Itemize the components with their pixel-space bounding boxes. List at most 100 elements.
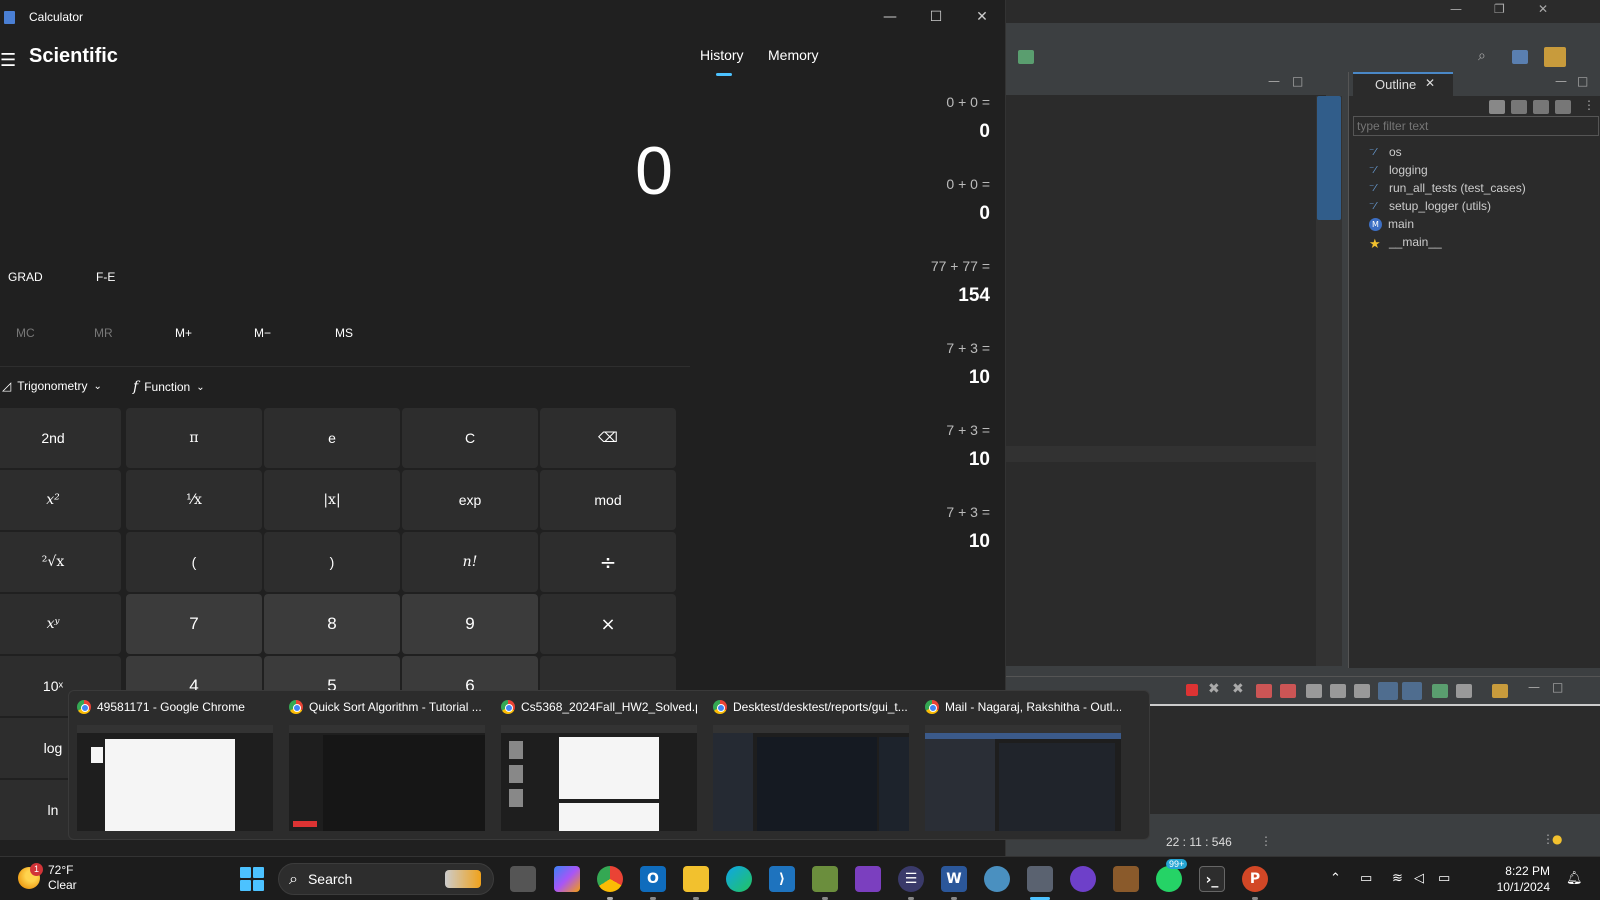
battery-icon[interactable]: ▭: [1438, 871, 1450, 886]
digit-7-button[interactable]: 7: [126, 594, 262, 654]
history-item[interactable]: 0 + 0 = 0: [710, 94, 990, 143]
pydev-perspective-icon[interactable]: [1544, 47, 1566, 67]
window-preview[interactable]: Desktest/desktest/reports/gui_t...: [705, 697, 909, 837]
word-icon[interactable]: W: [941, 866, 967, 892]
outlook-icon[interactable]: O: [640, 866, 666, 892]
memory-clear-button[interactable]: MC: [16, 326, 35, 340]
window-preview[interactable]: 49581171 - Google Chrome: [69, 697, 273, 837]
remove-launch-icon[interactable]: ✖: [1208, 681, 1220, 697]
angle-mode-button[interactable]: GRAD: [8, 270, 43, 284]
eclipse-close-icon[interactable]: ✕: [1538, 2, 1548, 16]
task-view-icon[interactable]: [510, 866, 536, 892]
outline-maximize-icon[interactable]: □: [1577, 74, 1588, 88]
console-maximize-icon[interactable]: □: [1552, 680, 1563, 694]
outline-item[interactable]: ⁻⁄ os: [1369, 143, 1402, 161]
mod-button[interactable]: mod: [540, 470, 676, 530]
trigonometry-dropdown[interactable]: ◿ Trigonometry ⌄: [2, 379, 102, 393]
tab-history[interactable]: History: [700, 47, 744, 63]
game-app-icon[interactable]: [1113, 866, 1139, 892]
function-dropdown[interactable]: f Function ⌄: [133, 379, 205, 395]
pin-console-icon[interactable]: [1432, 684, 1448, 698]
perspective-icon[interactable]: [1512, 50, 1528, 64]
power-button[interactable]: xʸ: [0, 594, 121, 654]
outline-item[interactable]: ⁻⁄ logging: [1369, 161, 1428, 179]
editor-minimize-icon[interactable]: —: [1268, 74, 1280, 88]
outline-minimize-icon[interactable]: —: [1555, 74, 1567, 88]
start-button[interactable]: [240, 867, 264, 891]
history-item[interactable]: 0 + 0 = 0: [710, 176, 990, 225]
hide-fields-icon[interactable]: [1511, 100, 1527, 114]
window-preview[interactable]: Mail - Nagaraj, Rakshitha - Outl...: [917, 697, 1121, 837]
e-button[interactable]: e: [264, 408, 400, 468]
edge-icon[interactable]: [726, 866, 752, 892]
window-preview[interactable]: Cs5368_2024Fall_HW2_Solved.p...: [493, 697, 697, 837]
expand-all-icon[interactable]: [1555, 100, 1571, 114]
memory-recall-button[interactable]: MR: [94, 326, 113, 340]
visual-studio-icon[interactable]: [855, 866, 881, 892]
console-minimize-icon[interactable]: —: [1528, 680, 1540, 694]
taskbar-search[interactable]: ⌕ Search: [278, 863, 494, 895]
exp-button[interactable]: exp: [402, 470, 538, 530]
minimize-icon[interactable]: —: [870, 4, 910, 30]
powerpoint-icon[interactable]: P: [1242, 866, 1268, 892]
chrome-icon[interactable]: [597, 866, 623, 892]
github-icon[interactable]: [1070, 866, 1096, 892]
clear-button[interactable]: C: [402, 408, 538, 468]
outline-item[interactable]: Mmain: [1369, 215, 1414, 233]
search-icon[interactable]: ⌕: [1478, 48, 1486, 64]
memory-subtract-button[interactable]: M−: [254, 326, 271, 340]
terminal-icon[interactable]: ›_: [1199, 866, 1225, 892]
clock[interactable]: 8:22 PM 10/1/2024: [1466, 863, 1550, 895]
second-function-button[interactable]: 2nd: [0, 408, 121, 468]
history-item[interactable]: 7 + 3 = 10: [710, 340, 990, 389]
calculator-taskbar-icon[interactable]: [1027, 866, 1053, 892]
vscode-icon[interactable]: ⟩: [769, 866, 795, 892]
show-hidden-icons-icon[interactable]: ⌃: [1330, 871, 1341, 886]
sort-icon[interactable]: [1489, 100, 1505, 114]
display-console-icon[interactable]: [1456, 684, 1472, 698]
backspace-button[interactable]: ⌫: [540, 408, 676, 468]
digit-8-button[interactable]: 8: [264, 594, 400, 654]
outline-item[interactable]: ⁻⁄ run_all_tests (test_cases): [1369, 179, 1526, 197]
status-menu-icon[interactable]: ⋮: [1260, 834, 1272, 848]
square-button[interactable]: x²: [0, 470, 121, 530]
collapse-all-icon[interactable]: [1533, 100, 1549, 114]
whatsapp-icon[interactable]: [1156, 866, 1182, 892]
reciprocal-button[interactable]: ¹⁄x: [126, 470, 262, 530]
close-paren-button[interactable]: ): [264, 532, 400, 592]
show-on-output-icon[interactable]: [1378, 682, 1398, 700]
volume-icon[interactable]: ◁: [1414, 871, 1424, 886]
history-item[interactable]: 77 + 77 = 154: [710, 258, 990, 307]
outline-item[interactable]: ★ __main__: [1369, 233, 1442, 252]
maximize-icon[interactable]: ☐: [916, 4, 956, 30]
multiply-button[interactable]: ×: [540, 594, 676, 654]
notepad-icon[interactable]: [812, 866, 838, 892]
square-root-button[interactable]: ²√x: [0, 532, 121, 592]
file-explorer-icon[interactable]: [683, 866, 709, 892]
factorial-button[interactable]: n!: [402, 532, 538, 592]
copilot-icon[interactable]: [554, 866, 580, 892]
disconnect-icon[interactable]: [1256, 684, 1272, 698]
history-item[interactable]: 7 + 3 = 10: [710, 422, 990, 471]
open-perspective-icon[interactable]: [1018, 50, 1034, 64]
eclipse-icon[interactable]: ☰: [898, 866, 924, 892]
fe-toggle-button[interactable]: F-E: [96, 270, 115, 284]
clear-console-icon[interactable]: [1306, 684, 1322, 698]
divide-button[interactable]: ÷: [540, 532, 676, 592]
absolute-value-button[interactable]: |x|: [264, 470, 400, 530]
menu-icon[interactable]: ☰: [0, 50, 16, 71]
editor-maximize-icon[interactable]: □: [1292, 74, 1303, 88]
outline-filter-input[interactable]: [1353, 116, 1599, 136]
eclipse-minimize-icon[interactable]: —: [1450, 2, 1462, 16]
stop-all-icon[interactable]: [1280, 684, 1296, 698]
globe-app-icon[interactable]: [984, 866, 1010, 892]
editor-scrollbar-thumb[interactable]: [1317, 96, 1341, 220]
show-on-error-icon[interactable]: [1402, 682, 1422, 700]
code-editor[interactable]: [1006, 96, 1326, 666]
scroll-lock-icon[interactable]: [1330, 684, 1346, 698]
tab-outline[interactable]: Outline ✕: [1353, 72, 1453, 96]
weather-widget[interactable]: 1 72°F Clear: [18, 863, 77, 893]
word-wrap-icon[interactable]: [1354, 684, 1370, 698]
notifications-icon[interactable]: 🔔︎: [1566, 871, 1583, 886]
wifi-icon[interactable]: ≋: [1392, 871, 1403, 886]
